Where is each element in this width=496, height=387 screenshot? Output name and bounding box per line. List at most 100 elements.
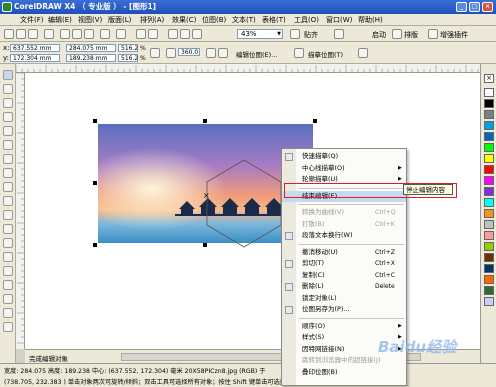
crop-tool-icon[interactable] bbox=[3, 98, 13, 108]
drawing-canvas[interactable]: × bbox=[25, 73, 480, 349]
horizontal-ruler[interactable] bbox=[15, 64, 480, 73]
color-swatch[interactable] bbox=[484, 231, 494, 240]
fill-tool-icon[interactable] bbox=[3, 308, 13, 318]
outline-pen-tool-icon[interactable] bbox=[3, 294, 13, 304]
y-position-field[interactable]: 172.304 mm bbox=[10, 54, 60, 62]
color-eyedropper-tool-icon[interactable] bbox=[3, 280, 13, 290]
crop-plugin-label[interactable]: 排版 bbox=[404, 30, 418, 40]
menu-text[interactable]: 文本(T) bbox=[232, 15, 256, 25]
menu-tools[interactable]: 工具(O) bbox=[294, 15, 319, 25]
parallel-dimension-tool-icon[interactable] bbox=[3, 238, 13, 248]
print-icon[interactable] bbox=[44, 29, 54, 39]
color-swatch[interactable] bbox=[484, 143, 494, 152]
scale-y-field[interactable]: 516.2 bbox=[118, 54, 138, 62]
color-swatch[interactable] bbox=[484, 198, 494, 207]
menu-layout[interactable]: 版面(L) bbox=[108, 15, 131, 25]
trace-bitmap-button[interactable]: 描摹位图(T) bbox=[308, 49, 343, 59]
vertical-ruler[interactable] bbox=[16, 72, 25, 349]
menu-item-overprint-bitmap[interactable]: 叠印位图(B) bbox=[282, 367, 406, 379]
import-icon[interactable] bbox=[136, 29, 146, 39]
basic-shapes-tool-icon[interactable] bbox=[3, 196, 13, 206]
color-swatch[interactable] bbox=[484, 154, 494, 163]
color-swatch[interactable] bbox=[484, 187, 494, 196]
table-tool-icon[interactable] bbox=[3, 224, 13, 234]
menu-item-copy[interactable]: 复制(C) Ctrl+C bbox=[282, 270, 406, 282]
menu-item-cut[interactable]: 剪切(T) Ctrl+X bbox=[282, 258, 406, 270]
width-field[interactable]: 284.075 mm bbox=[66, 44, 116, 52]
connector-tool-icon[interactable] bbox=[3, 252, 13, 262]
maximize-button[interactable]: □ bbox=[469, 2, 480, 12]
color-swatch[interactable] bbox=[484, 286, 494, 295]
page-tab[interactable]: 完成编辑对象 bbox=[29, 353, 68, 363]
menu-item-paragraph-wrap[interactable]: 段落文本换行(W) bbox=[282, 230, 406, 242]
angle-field[interactable]: 360.0 bbox=[178, 48, 200, 56]
minimize-button[interactable]: _ bbox=[456, 2, 467, 12]
color-swatch[interactable] bbox=[484, 209, 494, 218]
cut-icon[interactable] bbox=[60, 29, 70, 39]
color-swatch[interactable] bbox=[484, 297, 494, 306]
menu-arrange[interactable]: 排列(A) bbox=[140, 15, 164, 25]
menu-table[interactable]: 表格(T) bbox=[262, 15, 286, 25]
color-swatch[interactable] bbox=[484, 275, 494, 284]
enhance-plugin-label[interactable]: 增强插件 bbox=[440, 30, 468, 40]
zoom-select[interactable]: 43% ▼ bbox=[237, 29, 283, 39]
color-swatch[interactable] bbox=[484, 242, 494, 251]
close-button[interactable]: × bbox=[482, 2, 493, 12]
menu-item-undo-move[interactable]: 撤消移动(U) Ctrl+Z bbox=[282, 247, 406, 259]
interactive-fill-tool-icon[interactable] bbox=[3, 322, 13, 332]
welcome-icon[interactable] bbox=[180, 29, 190, 39]
menu-window[interactable]: 窗口(W) bbox=[326, 15, 352, 25]
scale-x-field[interactable]: 516.2 bbox=[118, 44, 138, 52]
menu-item-lock-object[interactable]: 锁定对象(L) bbox=[282, 293, 406, 305]
undo-icon[interactable] bbox=[100, 29, 110, 39]
pick-tool-icon[interactable] bbox=[3, 70, 13, 80]
launch-label[interactable]: 启动 bbox=[372, 30, 386, 40]
freehand-tool-icon[interactable] bbox=[3, 126, 13, 136]
ellipse-tool-icon[interactable] bbox=[3, 168, 13, 178]
mirror-horizontal-icon[interactable] bbox=[206, 48, 216, 58]
zoom-tool-icon[interactable] bbox=[3, 112, 13, 122]
polygon-tool-icon[interactable] bbox=[3, 182, 13, 192]
menu-item-quick-trace[interactable]: 快速描摹(Q) bbox=[282, 151, 406, 163]
menu-item-centerline-trace[interactable]: 中心线描摹(O) ▶ bbox=[282, 163, 406, 175]
color-swatch[interactable] bbox=[484, 88, 494, 97]
color-swatch[interactable] bbox=[484, 176, 494, 185]
color-swatch[interactable] bbox=[484, 264, 494, 273]
text-tool-icon[interactable] bbox=[3, 210, 13, 220]
full-screen-icon[interactable] bbox=[290, 29, 300, 39]
lock-ratio-icon[interactable] bbox=[150, 48, 160, 58]
application-launcher-icon[interactable] bbox=[168, 29, 178, 39]
export-icon[interactable] bbox=[148, 29, 158, 39]
menu-effects[interactable]: 效果(C) bbox=[172, 15, 196, 25]
height-field[interactable]: 189.238 mm bbox=[66, 54, 116, 62]
layout-plugin-icon[interactable] bbox=[392, 29, 402, 39]
edit-bitmap-button[interactable]: 编辑位图(E)... bbox=[236, 49, 277, 59]
redo-icon[interactable] bbox=[116, 29, 126, 39]
menu-edit[interactable]: 编辑(E) bbox=[48, 15, 72, 25]
menu-item-delete[interactable]: 删除(L) Delete bbox=[282, 281, 406, 293]
mirror-vertical-icon[interactable] bbox=[218, 48, 228, 58]
wrap-text-icon[interactable] bbox=[358, 48, 368, 58]
color-swatch[interactable] bbox=[484, 220, 494, 229]
color-swatch[interactable] bbox=[484, 110, 494, 119]
blend-tool-icon[interactable] bbox=[3, 266, 13, 276]
color-swatch[interactable] bbox=[484, 121, 494, 130]
shape-tool-icon[interactable] bbox=[3, 84, 13, 94]
menu-bitmaps[interactable]: 位图(B) bbox=[202, 15, 226, 25]
color-swatch[interactable] bbox=[484, 165, 494, 174]
menu-file[interactable]: 文件(F) bbox=[20, 15, 44, 25]
rectangle-tool-icon[interactable] bbox=[3, 154, 13, 164]
open-icon[interactable] bbox=[16, 29, 26, 39]
options-icon[interactable] bbox=[334, 29, 344, 39]
color-swatch[interactable] bbox=[484, 253, 494, 262]
color-swatch[interactable] bbox=[484, 132, 494, 141]
color-swatch[interactable] bbox=[484, 99, 494, 108]
snap-label[interactable]: 贴齐 bbox=[304, 30, 318, 40]
x-position-field[interactable]: 637.552 mm bbox=[10, 44, 60, 52]
menu-view[interactable]: 视图(V) bbox=[78, 15, 102, 25]
smart-fill-tool-icon[interactable] bbox=[3, 140, 13, 150]
menu-help[interactable]: 帮助(H) bbox=[358, 15, 383, 25]
menu-item-save-bitmap-as[interactable]: 位图另存为(P)... bbox=[282, 304, 406, 316]
copy-icon[interactable] bbox=[72, 29, 82, 39]
corel-online-icon[interactable] bbox=[192, 29, 202, 39]
